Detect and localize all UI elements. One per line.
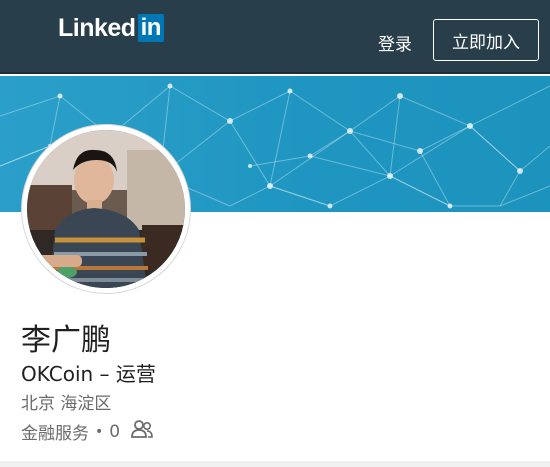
linkedin-logo[interactable]: Linked in xyxy=(58,14,164,42)
join-now-button[interactable]: 立即加入 xyxy=(433,19,539,61)
profile-location: 北京 海淀区 xyxy=(21,394,112,414)
top-nav-bar: Linked in 登录 立即加入 xyxy=(0,0,550,74)
logo-text: Linked xyxy=(58,13,136,42)
person-photo-illustration xyxy=(27,130,185,288)
profile-industry: 金融服务 xyxy=(21,424,89,444)
people-icon xyxy=(130,419,154,444)
profile-photo-frame xyxy=(21,124,191,294)
profile-photo[interactable] xyxy=(27,130,185,288)
bottom-divider xyxy=(0,461,550,467)
logo-in-badge: in xyxy=(137,14,164,42)
separator-dot: • xyxy=(95,423,104,440)
profile-headline: OKCoin – 运营 xyxy=(21,362,156,386)
industry-connections-row: 金融服务 • 0 xyxy=(21,419,154,444)
connections-count: 0 xyxy=(109,421,121,442)
profile-name: 李广鹏 xyxy=(21,323,111,358)
login-link[interactable]: 登录 xyxy=(378,30,412,55)
